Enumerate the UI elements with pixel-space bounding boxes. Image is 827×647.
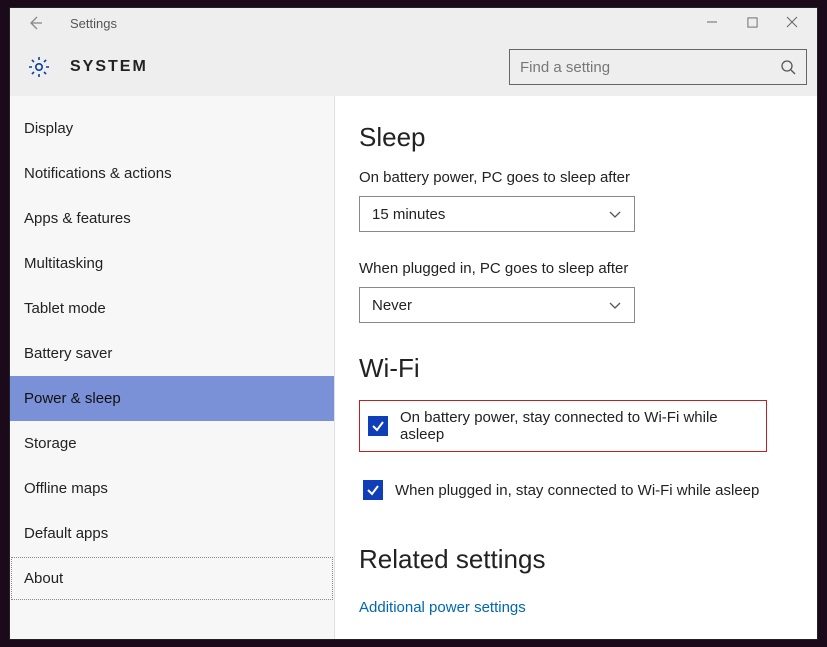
sidebar-item-label: Offline maps bbox=[24, 480, 108, 497]
select-value: Never bbox=[372, 297, 412, 314]
header: SYSTEM Find a setting bbox=[10, 38, 817, 96]
sidebar-item-battery-saver[interactable]: Battery saver bbox=[10, 331, 334, 376]
section-heading-sleep: Sleep bbox=[359, 122, 793, 153]
sidebar-item-label: Battery saver bbox=[24, 345, 112, 362]
search-icon bbox=[780, 59, 796, 75]
wifi-plugged-checkbox-row[interactable]: When plugged in, stay connected to Wi-Fi… bbox=[359, 474, 793, 506]
sidebar-item-label: Power & sleep bbox=[24, 390, 121, 407]
close-button[interactable] bbox=[781, 16, 803, 31]
sidebar-item-label: Apps & features bbox=[24, 210, 131, 227]
close-icon bbox=[786, 16, 798, 28]
maximize-button[interactable] bbox=[741, 16, 763, 31]
check-icon bbox=[371, 419, 385, 433]
sidebar-item-power-sleep[interactable]: Power & sleep bbox=[10, 376, 334, 421]
sidebar-item-label: Multitasking bbox=[24, 255, 103, 272]
sidebar-item-label: Storage bbox=[24, 435, 77, 452]
content-pane: Sleep On battery power, PC goes to sleep… bbox=[335, 96, 817, 639]
search-input[interactable]: Find a setting bbox=[509, 49, 807, 85]
wifi-battery-checkbox-row[interactable]: On battery power, stay connected to Wi-F… bbox=[359, 400, 767, 452]
sidebar-item-multitasking[interactable]: Multitasking bbox=[10, 241, 334, 286]
sidebar-item-label: Tablet mode bbox=[24, 300, 106, 317]
sidebar-item-offline-maps[interactable]: Offline maps bbox=[10, 466, 334, 511]
sidebar-item-label: About bbox=[24, 570, 63, 587]
checkbox-checked bbox=[363, 480, 383, 500]
checkbox-label: When plugged in, stay connected to Wi-Fi… bbox=[395, 482, 759, 499]
plugged-sleep-select[interactable]: Never bbox=[359, 287, 635, 323]
sidebar-item-tablet-mode[interactable]: Tablet mode bbox=[10, 286, 334, 331]
battery-sleep-label: On battery power, PC goes to sleep after bbox=[359, 169, 793, 186]
search-placeholder: Find a setting bbox=[520, 59, 610, 76]
maximize-icon bbox=[747, 17, 758, 28]
sidebar-item-storage[interactable]: Storage bbox=[10, 421, 334, 466]
header-title: SYSTEM bbox=[70, 58, 148, 76]
sidebar: Display Notifications & actions Apps & f… bbox=[10, 96, 335, 639]
check-icon bbox=[366, 483, 380, 497]
sidebar-item-label: Display bbox=[24, 120, 73, 137]
battery-sleep-select[interactable]: 15 minutes bbox=[359, 196, 635, 232]
sidebar-item-display[interactable]: Display bbox=[10, 106, 334, 151]
checkbox-checked bbox=[368, 416, 388, 436]
plugged-sleep-label: When plugged in, PC goes to sleep after bbox=[359, 260, 793, 277]
settings-window: Settings SYSTEM Find a setting Display N… bbox=[9, 7, 818, 640]
section-heading-wifi: Wi-Fi bbox=[359, 353, 793, 384]
settings-gear-icon bbox=[26, 54, 52, 80]
sidebar-item-label: Default apps bbox=[24, 525, 108, 542]
chevron-down-icon bbox=[608, 207, 622, 221]
arrow-left-icon bbox=[27, 15, 43, 31]
sidebar-item-about[interactable]: About bbox=[10, 556, 334, 601]
chevron-down-icon bbox=[608, 298, 622, 312]
titlebar: Settings bbox=[10, 8, 817, 38]
checkbox-label: On battery power, stay connected to Wi-F… bbox=[400, 409, 758, 443]
select-value: 15 minutes bbox=[372, 206, 445, 223]
sidebar-item-default-apps[interactable]: Default apps bbox=[10, 511, 334, 556]
additional-power-settings-link[interactable]: Additional power settings bbox=[359, 599, 526, 616]
section-heading-related: Related settings bbox=[359, 544, 793, 575]
minimize-button[interactable] bbox=[701, 16, 723, 31]
window-title: Settings bbox=[70, 16, 117, 31]
back-button[interactable] bbox=[18, 15, 52, 31]
sidebar-item-notifications[interactable]: Notifications & actions bbox=[10, 151, 334, 196]
sidebar-item-label: Notifications & actions bbox=[24, 165, 172, 182]
sidebar-item-apps[interactable]: Apps & features bbox=[10, 196, 334, 241]
minimize-icon bbox=[706, 16, 718, 28]
